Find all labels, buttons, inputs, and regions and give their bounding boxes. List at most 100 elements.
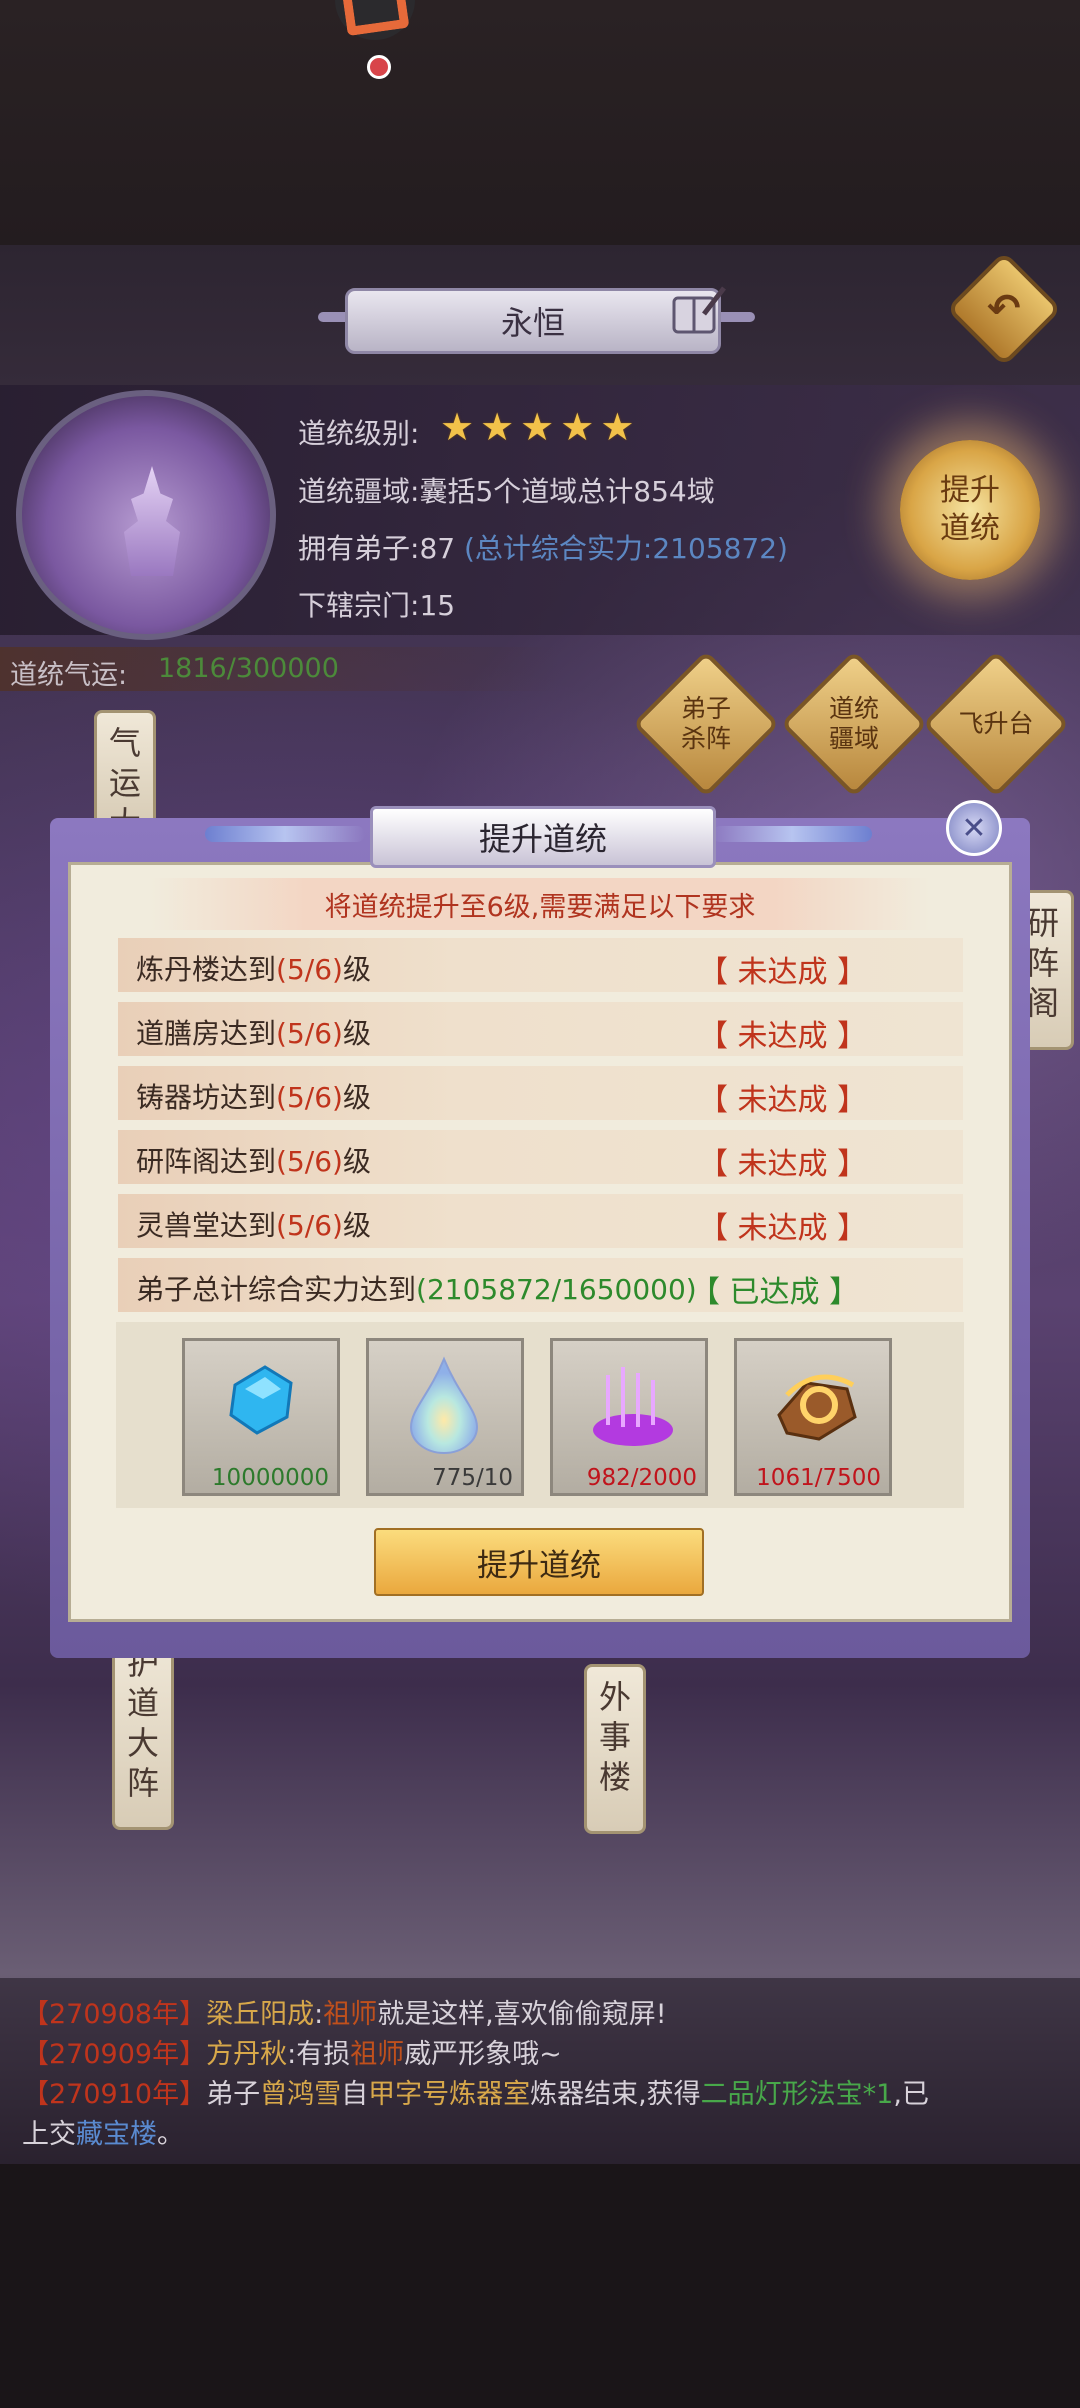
page-title-text: 永恒	[500, 304, 565, 342]
requirement-text: 灵兽堂达到	[136, 1209, 277, 1242]
requirement-progress: (5/6)	[276, 1209, 343, 1242]
chat-text: 有损	[296, 2039, 351, 2070]
star-icon: ★	[440, 405, 475, 449]
requirement-header-text: 将道统提升至6级,需要满足以下要求	[324, 891, 756, 923]
requirement-row: 道膳房达到(5/6)级 【 未达成 】	[118, 1002, 963, 1056]
requirement-label: 灵兽堂达到(5/6)级	[136, 1204, 371, 1244]
requirement-status: 【 未达成 】	[698, 1147, 868, 1182]
star-icon: ★	[480, 405, 515, 449]
golden-ore-icon	[767, 1355, 867, 1459]
banner-qi[interactable]: 气运大	[94, 710, 156, 842]
title-wave-right	[712, 826, 872, 842]
modal-title: 提升道统	[370, 806, 716, 868]
requirement-label: 研阵阁达到(5/6)级	[136, 1140, 371, 1180]
back-arrow-icon: ↶	[987, 285, 1021, 332]
requirement-text: 道膳房达到	[136, 1017, 277, 1050]
requirement-progress: (5/6)	[276, 1145, 343, 1178]
requirement-suffix: 级	[342, 1209, 371, 1242]
confirm-raise-button[interactable]: 提升道统	[374, 1528, 704, 1596]
cost-item-slot[interactable]: 1061/7500	[734, 1338, 892, 1496]
luck-label: 道统气运:	[10, 660, 128, 691]
close-icon: ✕	[961, 810, 987, 846]
chat-time: 【270909年】	[22, 2039, 207, 2070]
requirement-label: 炼丹楼达到(5/6)级	[136, 948, 371, 988]
star-icon: ★	[560, 405, 595, 449]
top-bar	[0, 0, 1080, 245]
chat-place: 甲字号炼器室	[368, 2079, 531, 2110]
banner-waishi[interactable]: 外事楼	[584, 1664, 646, 1834]
requirement-status: 【 未达成 】	[698, 1083, 868, 1118]
level-stars: ★ ★ ★ ★ ★	[440, 408, 634, 446]
title-wave-left	[205, 826, 365, 842]
requirement-row: 炼丹楼达到(5/6)级 【 未达成 】	[118, 938, 963, 992]
chat-text: ,已	[893, 2079, 929, 2110]
confirm-raise-label: 提升道统	[477, 1547, 601, 1584]
sects-value: 15	[419, 589, 456, 622]
chat-line: 【270909年】方丹秋:有损祖师威严形象哦~	[22, 2032, 562, 2071]
chat-text: 。	[157, 2119, 184, 2150]
chat-highlight: 祖师	[350, 2039, 405, 2070]
cost-item-count: 982/2000	[586, 1465, 697, 1491]
blue-spirit-stone-icon	[215, 1355, 305, 1449]
close-button[interactable]: ✕	[946, 800, 1002, 856]
raise-lineage-button[interactable]: 提升道统	[900, 440, 1040, 580]
chat-name: 曾鸿雪	[260, 2079, 342, 2110]
territory-label: 道统疆域:	[298, 475, 420, 508]
chat-text: 就是这样,喜欢偷偷窥屏!	[377, 1999, 667, 2030]
cost-item-slot[interactable]: 775/10	[366, 1338, 524, 1496]
chat-name: 方丹秋	[206, 2039, 288, 2070]
requirement-text: 铸器坊达到	[136, 1081, 277, 1114]
scroll-book-icon	[672, 286, 726, 334]
chat-time: 【270910年】	[22, 2079, 207, 2110]
level-label: 道统级别:	[298, 417, 420, 450]
luck-value: 1816/300000	[158, 653, 339, 684]
requirement-row: 铸器坊达到(5/6)级 【 未达成 】	[118, 1066, 963, 1120]
page-title: 永恒	[345, 288, 721, 354]
requirement-status: 【 已达成 】	[690, 1275, 860, 1310]
star-icon: ★	[520, 405, 555, 449]
bottom-bar	[0, 2164, 1080, 2408]
ascend-platform-label: 飞升台	[958, 709, 1034, 738]
banner-hudao[interactable]: 护道大阵	[112, 1630, 174, 1830]
logo-icon	[340, 0, 410, 37]
chat-item: 二品灯形法宝*1	[700, 2079, 894, 2110]
requirement-suffix: 级	[342, 1145, 371, 1178]
modal-title-text: 提升道统	[478, 820, 607, 858]
chat-sep: :	[314, 1999, 324, 2030]
raise-lineage-label: 提升道统	[940, 473, 1000, 546]
requirement-status: 【 未达成 】	[698, 955, 868, 990]
requirement-label: 弟子总计综合实力达到(2105872/1650000)	[136, 1268, 697, 1308]
recording-dot-icon	[367, 55, 391, 79]
chat-time: 【270908年】	[22, 1999, 207, 2030]
chat-line: 上交藏宝楼。	[22, 2112, 184, 2151]
requirement-progress: (5/6)	[276, 953, 343, 986]
territory-row: 道统疆域:囊括5个道域总计854域	[298, 470, 715, 510]
sect-emblem[interactable]	[16, 390, 276, 640]
requirement-progress: (5/6)	[276, 1081, 343, 1114]
chat-text: 炼器结束,获得	[530, 2079, 701, 2110]
chat-sep: :	[287, 2039, 297, 2070]
chat-text: 上交	[22, 2119, 76, 2150]
requirement-header: 将道统提升至6级,需要满足以下要求	[150, 878, 930, 930]
requirement-row: 弟子总计综合实力达到(2105872/1650000) 【 已达成 】	[118, 1258, 963, 1312]
chat-line: 【270908年】梁丘阳成:祖师就是这样,喜欢偷偷窥屏!	[22, 1992, 667, 2031]
requirement-row: 研阵阁达到(5/6)级 【 未达成 】	[118, 1130, 963, 1184]
cost-item-slot[interactable]: 982/2000	[550, 1338, 708, 1496]
chat-name: 梁丘阳成	[206, 1999, 315, 2030]
chat-place: 藏宝楼	[76, 2119, 157, 2150]
requirement-label: 铸器坊达到(5/6)级	[136, 1076, 371, 1116]
cost-item-slot[interactable]: 10000000	[182, 1338, 340, 1496]
requirement-progress: (5/6)	[276, 1017, 343, 1050]
chat-text: 威严形象哦~	[404, 2039, 562, 2070]
disciples-row: 拥有弟子:87 (总计综合实力:2105872)	[298, 527, 788, 567]
chat-line: 【270910年】弟子曾鸿雪自甲字号炼器室炼器结束,获得二品灯形法宝*1,已	[22, 2072, 929, 2111]
requirement-text: 炼丹楼达到	[136, 953, 277, 986]
requirement-status: 【 未达成 】	[698, 1019, 868, 1054]
chat-text: 弟子	[206, 2079, 261, 2110]
palace-icon	[124, 466, 180, 576]
requirement-progress: (2105872/1650000)	[416, 1273, 697, 1306]
territory-value: 囊括5个道域总计854域	[419, 475, 715, 508]
cost-item-count: 775/10	[432, 1465, 513, 1491]
purple-aura-icon	[583, 1355, 683, 1459]
star-icon: ★	[600, 405, 635, 449]
